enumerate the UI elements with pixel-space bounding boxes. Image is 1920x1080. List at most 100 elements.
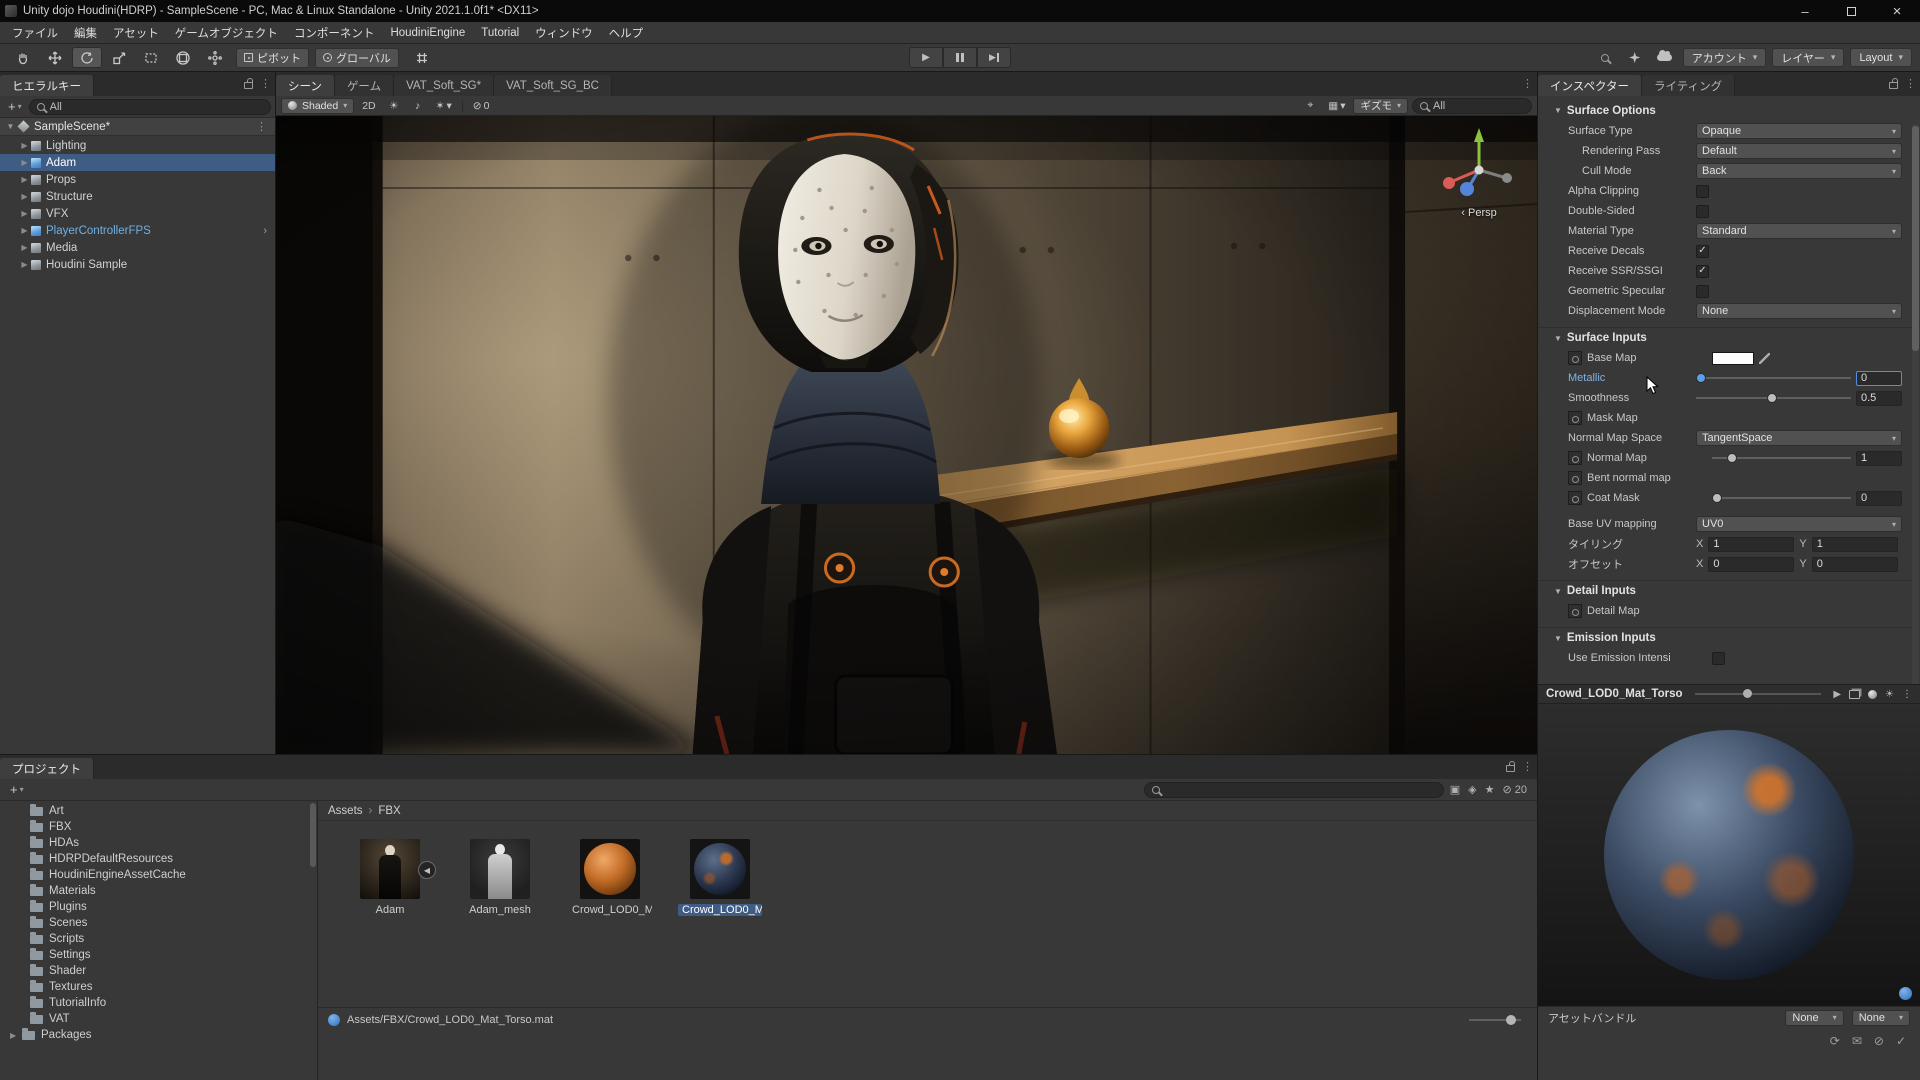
slider-knob[interactable] [1712, 493, 1722, 503]
slider-knob[interactable] [1743, 689, 1752, 698]
shading-mode-dropdown[interactable]: Shaded ▾ [281, 98, 354, 114]
bent-normal-texture-slot[interactable] [1568, 471, 1582, 485]
lock-icon[interactable] [1889, 82, 1898, 89]
create-button[interactable]: + ▾ [4, 99, 26, 114]
scene-tab[interactable]: VAT_Soft_SG_BC [494, 75, 612, 96]
coat-mask-texture-slot[interactable] [1568, 491, 1582, 505]
tab-hierarchy[interactable]: ヒエラルキー [0, 75, 94, 96]
scale-tool-button[interactable] [104, 47, 134, 68]
metallic-slider[interactable] [1696, 377, 1851, 379]
slider-knob[interactable] [1696, 373, 1706, 383]
layers-dropdown[interactable]: レイヤー▾ [1772, 48, 1844, 67]
scene-tab[interactable]: VAT_Soft_SG* [394, 75, 494, 96]
global-toggle-button[interactable]: グローバル [315, 48, 399, 68]
smoothness-field[interactable] [1856, 391, 1902, 406]
hierarchy-item[interactable]: ▶ PlayerControllerFPS › [0, 222, 275, 239]
material-preview-header[interactable]: Crowd_LOD0_Mat_Torso ▶ ☀ ⋮ [1538, 684, 1920, 704]
pivot-toggle-button[interactable]: ピボット [236, 48, 309, 68]
expander-icon[interactable]: ▶ [18, 260, 31, 269]
hidden-count-button[interactable]: ⊘ 20 [1502, 783, 1527, 796]
receive-decals-checkbox[interactable]: ✓ [1696, 245, 1709, 258]
detail-map-texture-slot[interactable] [1568, 604, 1582, 618]
asset-thumbnail[interactable] [580, 839, 640, 899]
folder-item[interactable]: Scripts [0, 931, 317, 947]
gizmos-dropdown[interactable]: ギズモ ▾ [1353, 98, 1408, 114]
asset-bundle-variant-dropdown[interactable]: None▾ [1852, 1010, 1910, 1026]
asset-bundle-dropdown[interactable]: None▾ [1785, 1010, 1843, 1026]
offset-y-field[interactable] [1812, 557, 1898, 572]
inspector-tab[interactable]: ライティング [1642, 75, 1735, 96]
normal-map-texture-slot[interactable] [1568, 451, 1582, 465]
folder-item[interactable]: Settings [0, 947, 317, 963]
zoom-knob[interactable] [1506, 1015, 1516, 1025]
folder-item[interactable]: Shader [0, 963, 317, 979]
console-errors-icon[interactable]: ⊘ [1874, 1034, 1884, 1048]
mask-map-texture-slot[interactable] [1568, 411, 1582, 425]
menu-item[interactable]: アセット [105, 22, 167, 43]
minimize-button[interactable]: – [1782, 0, 1828, 22]
expander-icon[interactable]: ▶ [18, 158, 31, 167]
metallic-field[interactable] [1856, 371, 1902, 386]
base-color-swatch[interactable] [1712, 352, 1754, 365]
asset-thumbnail[interactable] [360, 839, 420, 899]
base-map-texture-slot[interactable] [1568, 351, 1582, 365]
scene-lighting-button[interactable]: ☀ [384, 98, 404, 114]
label-filter-icon[interactable]: ◈ [1468, 783, 1476, 796]
expander-icon[interactable]: ▶ [18, 192, 31, 201]
snap-settings-button[interactable] [407, 47, 437, 68]
hierarchy-search-input[interactable] [50, 101, 263, 113]
section-detail-inputs[interactable]: ▼ Detail Inputs [1538, 580, 1920, 601]
menu-item[interactable]: ヘルプ [601, 22, 652, 43]
cloud-button[interactable] [1653, 48, 1677, 68]
import-icon[interactable]: ▣ [1450, 783, 1460, 796]
tiling-x-field[interactable] [1708, 537, 1794, 552]
surface-type-dropdown[interactable]: Opaque▾ [1696, 123, 1902, 139]
scene-3d-viewport[interactable]: ‹ Persp [276, 116, 1537, 754]
offset-x-field[interactable] [1708, 557, 1794, 572]
expand-subassets-button[interactable]: ◀ [418, 861, 436, 879]
eyedropper-icon[interactable] [1759, 353, 1770, 364]
tab-project[interactable]: プロジェクト [0, 758, 94, 779]
menu-item[interactable]: HoudiniEngine [382, 22, 473, 43]
rect-tool-button[interactable] [136, 47, 166, 68]
displacement-mode-dropdown[interactable]: None▾ [1696, 303, 1902, 319]
inspector-tab[interactable]: インスペクター [1538, 75, 1642, 96]
panel-menu-icon[interactable]: ⋮ [260, 77, 271, 90]
rotate-tool-button[interactable] [72, 47, 102, 68]
packages-item[interactable]: ▶ Packages [0, 1027, 317, 1043]
panel-menu-icon[interactable]: ⋮ [1522, 760, 1533, 773]
maximize-button[interactable] [1828, 0, 1874, 22]
section-emission-inputs[interactable]: ▼ Emission Inputs [1538, 627, 1920, 648]
scene-search-input[interactable] [1433, 100, 1524, 112]
folder-item[interactable]: Plugins [0, 899, 317, 915]
tiling-y-field[interactable] [1812, 537, 1898, 552]
folder-item[interactable]: HDAs [0, 835, 317, 851]
menu-item[interactable]: ゲームオブジェクト [167, 22, 286, 43]
folder-item[interactable]: Scenes [0, 915, 317, 931]
scene-camera-button[interactable]: ⌖ [1300, 98, 1320, 114]
menu-item[interactable]: ファイル [4, 22, 66, 43]
expander-icon[interactable]: ▶ [18, 175, 31, 184]
normal-map-space-dropdown[interactable]: TangentSpace▾ [1696, 430, 1902, 446]
scene-menu-icon[interactable]: ⋮ [256, 120, 267, 133]
2d-toggle-button[interactable]: 2D [358, 98, 379, 114]
asset-item[interactable]: Crowd_LOD0_Ma… [568, 839, 652, 1007]
hidden-objects-button[interactable]: ⊘ 0 [469, 98, 494, 114]
slider-knob[interactable] [1767, 393, 1777, 403]
expander-icon[interactable]: ▶ [10, 1031, 22, 1040]
pause-button[interactable] [943, 47, 977, 68]
section-surface-inputs[interactable]: ▼ Surface Inputs [1538, 327, 1920, 348]
panel-menu-icon[interactable]: ⋮ [1905, 77, 1916, 90]
move-tool-button[interactable] [40, 47, 70, 68]
folder-scrollbar[interactable] [310, 803, 316, 867]
preview-size-slider[interactable] [1695, 693, 1822, 695]
activity-icon[interactable]: ⟳ [1830, 1034, 1840, 1048]
expander-icon[interactable]: ▶ [18, 141, 31, 150]
folder-item[interactable]: HDRPDefaultResources [0, 851, 317, 867]
hierarchy-item[interactable]: ▶ Structure [0, 188, 275, 205]
prefab-chevron-icon[interactable]: › [263, 225, 267, 237]
asset-item[interactable]: Adam_mesh [458, 839, 542, 1007]
lock-icon[interactable] [1506, 765, 1515, 772]
expander-icon[interactable]: ▶ [18, 226, 31, 235]
hierarchy-item[interactable]: ▶ Houdini Sample [0, 256, 275, 273]
